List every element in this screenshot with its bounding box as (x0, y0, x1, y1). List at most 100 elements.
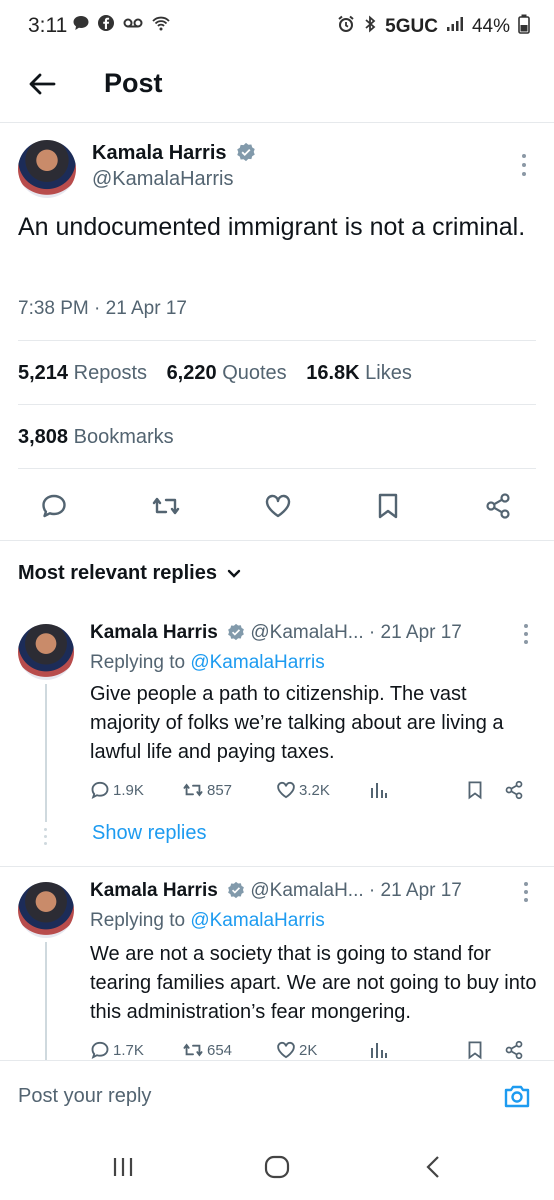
reply-button[interactable] (38, 490, 70, 522)
reply-bookmark-button[interactable] (466, 1040, 484, 1060)
author-name[interactable]: Kamala Harris (92, 142, 227, 164)
system-navigation-bar (0, 1130, 554, 1200)
share-icon (505, 1040, 523, 1060)
share-icon (505, 780, 523, 800)
recent-apps-button[interactable] (108, 1152, 138, 1182)
reply-share-button[interactable] (504, 780, 524, 800)
replying-to: Replying to @KamalaHarris (90, 652, 325, 673)
reply-author-name[interactable]: Kamala Harris (90, 622, 218, 643)
network-type: 5GUC (385, 16, 438, 37)
bookmark-button[interactable] (372, 490, 404, 522)
reply-header: Kamala Harris @KamalaH... · 21 Apr 17 (90, 622, 462, 644)
reply-repost-button[interactable]: 857 (182, 780, 232, 800)
reply-author-name[interactable]: Kamala Harris (90, 880, 218, 901)
reply-share-button[interactable] (504, 1040, 524, 1060)
reposts-stat[interactable]: 5,214 Reposts (18, 362, 147, 384)
system-back-button[interactable] (418, 1152, 448, 1182)
reply-reposts-count: 654 (207, 1041, 233, 1059)
bookmark-icon (468, 1041, 482, 1060)
reply-item[interactable]: Kamala Harris @KamalaH... · 21 Apr 17 Re… (0, 610, 554, 860)
reply-text: Give people a path to citizenship. The v… (90, 683, 504, 763)
author-avatar[interactable] (18, 140, 76, 198)
verified-badge-icon (228, 881, 244, 899)
thread-line (45, 684, 47, 822)
reply-like-button[interactable]: 3.2K (276, 780, 330, 800)
reply-likes-count: 3.2K (299, 781, 330, 799)
reply-replies-count: 1.7K (113, 1041, 144, 1059)
reply-input[interactable]: Post your reply (18, 1085, 151, 1108)
engagement-stats: 5,214 Reposts 6,220 Quotes 16.8K Likes (18, 362, 412, 385)
analytics-icon (371, 1043, 387, 1058)
reply-likes-count: 2K (299, 1041, 318, 1059)
repost-icon (183, 783, 203, 797)
analytics-icon (371, 783, 387, 798)
reply-action-bar: 1.9K 857 3.2K (90, 780, 530, 808)
reply-text: We are not a society that is going to st… (90, 943, 537, 1023)
battery-percent: 44% (471, 16, 510, 37)
share-icon (486, 493, 510, 519)
home-icon (264, 1155, 290, 1179)
likes-stat[interactable]: 16.8K Likes (306, 362, 412, 384)
more-options-button[interactable] (514, 150, 534, 180)
replying-to: Replying to @KamalaHarris (90, 910, 325, 931)
reply-more-button[interactable] (520, 880, 532, 904)
divider (18, 340, 536, 341)
replies-sort-dropdown[interactable]: Most relevant replies (18, 562, 241, 585)
facebook-icon (97, 14, 115, 37)
thread-dots (44, 828, 47, 845)
reply-views-button[interactable] (370, 1040, 388, 1060)
show-replies-link[interactable]: Show replies (92, 822, 207, 845)
reply-bookmark-button[interactable] (466, 780, 484, 800)
camera-icon (504, 1085, 530, 1108)
repost-button[interactable] (150, 490, 182, 522)
reply-item[interactable]: Kamala Harris @KamalaH... · 21 Apr 17 Re… (0, 870, 554, 1062)
recent-apps-icon (113, 1158, 133, 1176)
chevron-down-icon (227, 569, 241, 578)
replying-to-handle[interactable]: @KamalaHarris (190, 652, 324, 673)
reply-views-button[interactable] (370, 780, 388, 800)
post-text: An undocumented immigrant is not a crimi… (18, 213, 526, 241)
home-button[interactable] (262, 1152, 292, 1182)
reply-repost-button[interactable]: 654 (182, 1040, 232, 1060)
battery-icon (518, 14, 530, 40)
top-app-bar: Post (0, 56, 554, 122)
replying-to-handle[interactable]: @KamalaHarris (190, 910, 324, 931)
post-timestamp[interactable]: 7:38 PM · 21 Apr 17 (18, 298, 187, 320)
wifi-calling-icon (151, 14, 171, 37)
author-handle[interactable]: @KamalaHarris (92, 168, 233, 191)
reply-avatar[interactable] (18, 624, 74, 680)
heart-icon (277, 781, 295, 799)
author-name-row[interactable]: Kamala Harris (92, 142, 256, 165)
arrow-left-icon (29, 73, 56, 95)
back-button[interactable] (22, 64, 62, 104)
bookmark-icon (378, 493, 398, 519)
heart-icon (277, 1041, 295, 1059)
reply-avatar[interactable] (18, 882, 74, 938)
bookmark-icon (468, 781, 482, 800)
share-button[interactable] (482, 490, 514, 522)
camera-button[interactable] (502, 1081, 532, 1111)
reply-more-button[interactable] (520, 622, 532, 646)
page-title: Post (104, 68, 163, 98)
reply-date[interactable]: · 21 Apr 17 (369, 622, 462, 643)
signal-icon (446, 16, 464, 38)
reply-icon (91, 1041, 109, 1059)
reply-reply-button[interactable]: 1.7K (90, 1040, 144, 1060)
verified-badge-icon (228, 623, 244, 641)
reply-author-handle[interactable]: @KamalaH... (250, 880, 363, 901)
status-bar: 3:11 5GUC 44% (0, 0, 554, 52)
reply-reply-button[interactable]: 1.9K (90, 780, 144, 800)
reply-like-button[interactable]: 2K (276, 1040, 317, 1060)
divider (18, 404, 536, 405)
repost-icon (183, 1043, 203, 1057)
reply-author-handle[interactable]: @KamalaH... (250, 622, 363, 643)
voicemail-icon (122, 14, 144, 37)
like-button[interactable] (262, 490, 294, 522)
bookmarks-stat[interactable]: 3,808 Bookmarks (18, 426, 174, 449)
chat-bubble-icon (72, 14, 90, 37)
bluetooth-icon (363, 15, 377, 39)
heart-icon (265, 494, 291, 518)
quotes-stat[interactable]: 6,220 Quotes (167, 362, 287, 384)
reply-date[interactable]: · 21 Apr 17 (369, 880, 462, 901)
post-action-bar (0, 486, 554, 526)
